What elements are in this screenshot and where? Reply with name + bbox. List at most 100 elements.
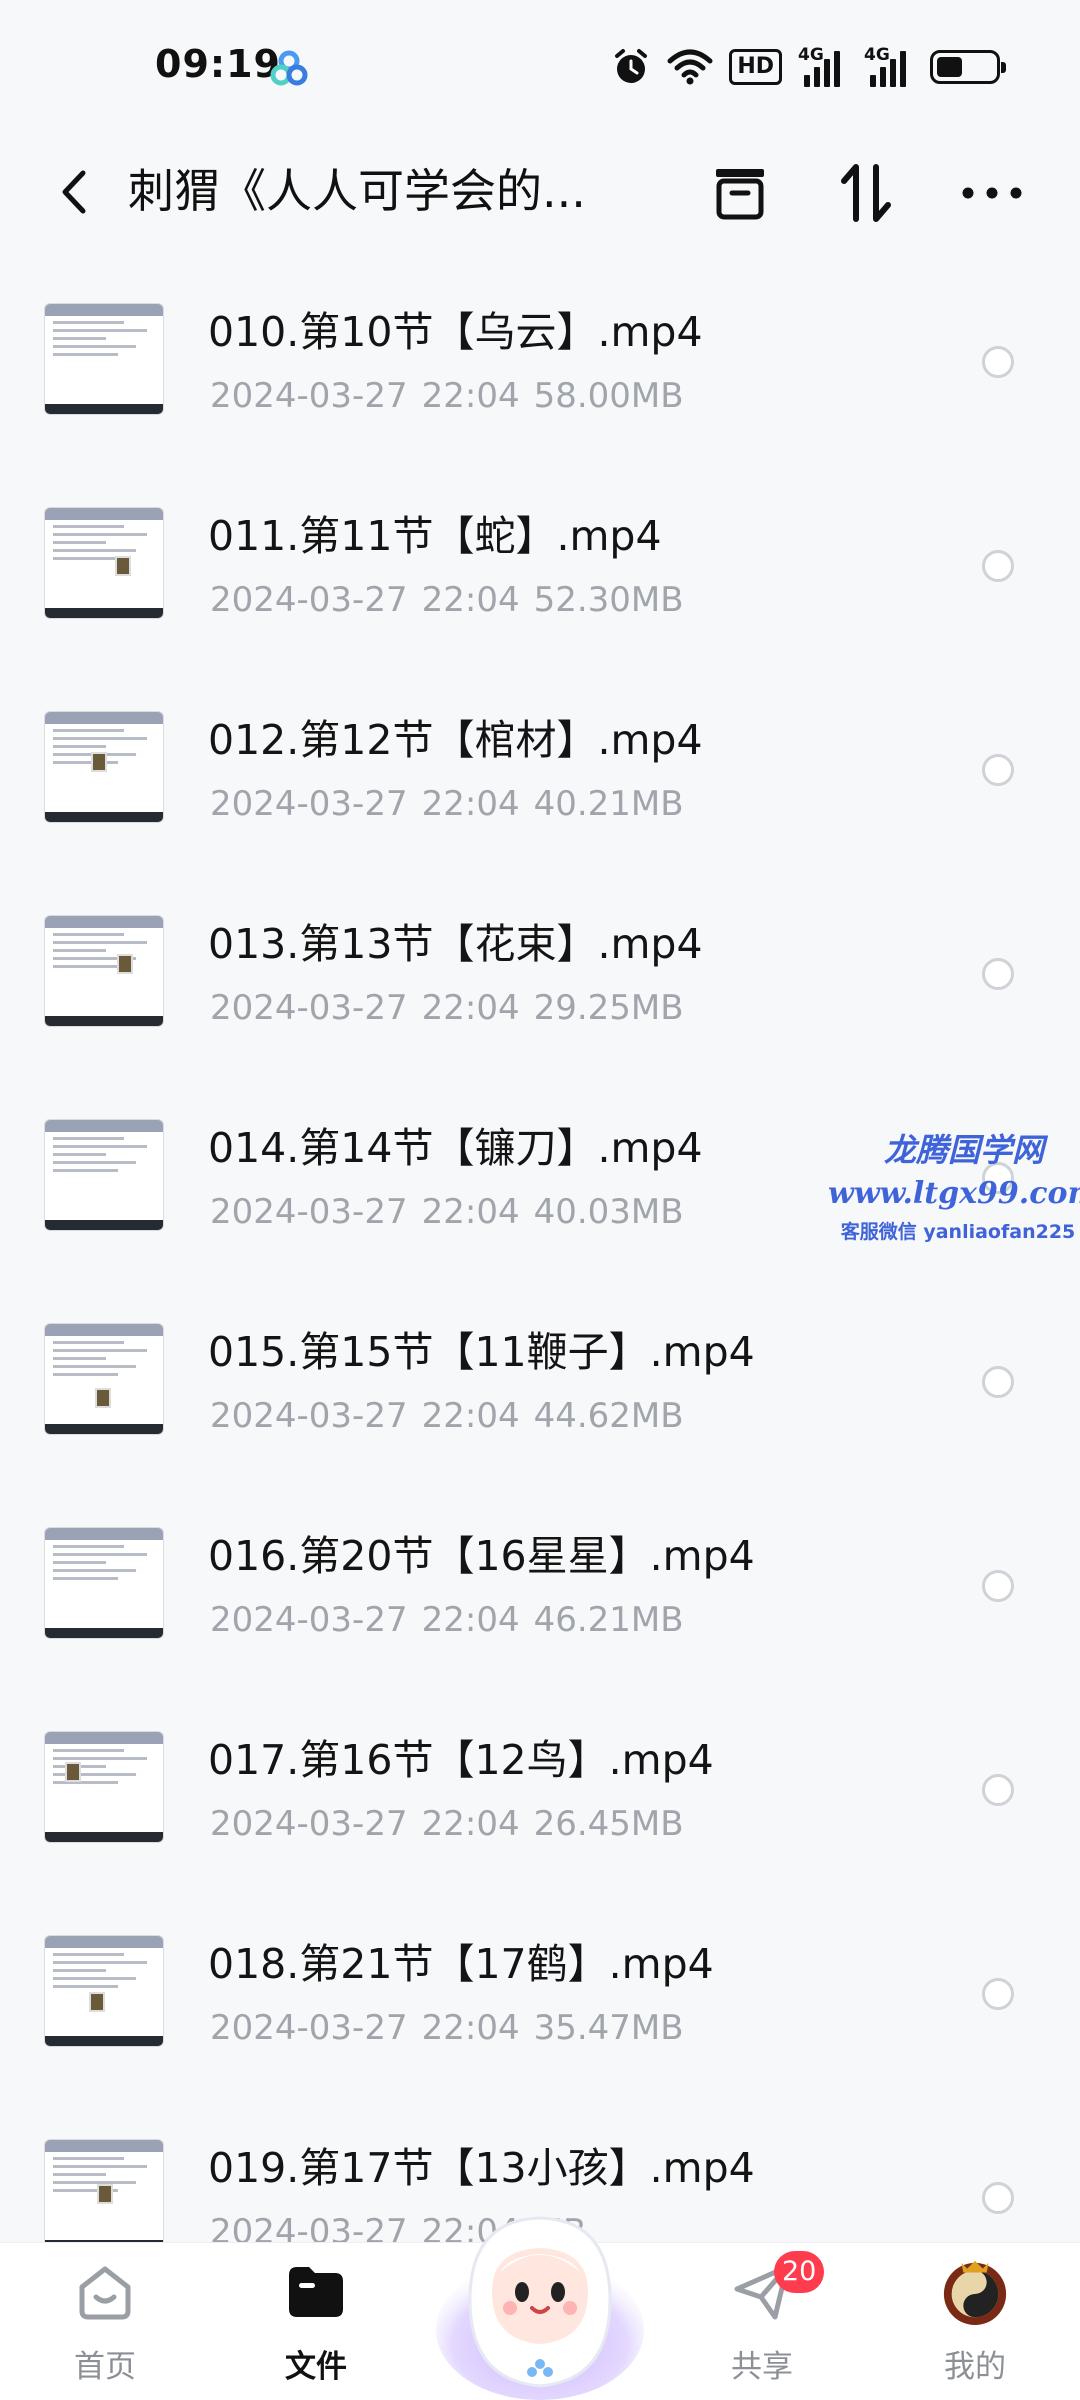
file-size: 40.03MB [533,1192,684,1232]
file-date: 2024-03-27 [210,784,408,824]
signal-icon: 4G [864,45,914,87]
file-row[interactable]: 010.第10节【乌云】.mp4 2024-03-27 22:04 58.00MB [0,262,1080,466]
file-name: 016.第20节【16星星】.mp4 [208,1532,755,1580]
mascot-icon [436,2216,644,2400]
signal-icon: 4G [798,45,848,87]
battery-icon [930,50,1006,84]
file-name: 010.第10节【乌云】.mp4 [208,308,703,356]
file-row[interactable]: 015.第15节【11鞭子】.mp4 2024-03-27 22:04 44.62M… [0,1282,1080,1486]
nav-home-label: 首页 [74,2349,136,2385]
file-time: 22:04 [421,2008,520,2048]
nav-share[interactable]: 20 共享 [692,2251,832,2397]
avatar-icon [943,2260,1007,2326]
thumbnail-image [115,556,131,576]
watermark-contact: 客服微信 yanliaofan225 [840,1221,1076,1243]
video-thumbnail [44,1731,164,1843]
file-size: 46.21MB [533,1600,684,1640]
battery-level [937,57,963,77]
file-meta: 2024-03-27 22:04 44.62MB [210,1394,698,1438]
file-date: 2024-03-27 [210,2008,408,2048]
alarm-icon [615,49,648,83]
file-size: 58.00MB [533,376,684,416]
wifi-icon [667,49,713,85]
select-radio[interactable] [982,1978,1014,2010]
video-thumbnail [44,1527,164,1639]
file-meta: 2024-03-27 22:04 26.45MB [210,1802,698,1846]
more-icon [962,187,1022,199]
back-icon [62,170,86,214]
video-thumbnail [44,1323,164,1435]
file-meta: 2024-03-27 22:04 29.25MB [210,986,698,1030]
thumbnail-image [65,1762,81,1782]
file-time: 22:04 [421,1600,520,1640]
video-thumbnail [44,711,164,823]
file-row[interactable]: 011.第11节【蛇】.mp4 2024-03-27 22:04 52.30MB [0,466,1080,670]
home-icon [79,2266,131,2320]
status-time: 09:19 [155,42,281,86]
nav-home[interactable]: 首页 [35,2257,175,2397]
file-list: 010.第10节【乌云】.mp4 2024-03-27 22:04 58.00MB … [0,262,1080,2242]
file-meta: 2024-03-27 22:04 46.21MB [210,1598,698,1642]
video-thumbnail [44,507,164,619]
header: 刺猬《人人可学会的... [0,135,1080,255]
select-radio[interactable] [982,1366,1014,1398]
app-logo-icon [270,50,308,86]
file-size: 52.30MB [533,580,684,620]
select-radio[interactable] [982,346,1014,378]
nav-profile[interactable]: 我的 [905,2257,1045,2397]
file-date: 2024-03-27 [210,1396,408,1436]
nav-profile-label: 我的 [944,2349,1006,2385]
nav-files[interactable]: 文件 [246,2257,386,2397]
thumbnail-image [91,752,107,772]
file-date: 2024-03-27 [210,1804,408,1844]
folder-icon [289,2267,343,2317]
more-button[interactable] [952,153,1032,233]
select-radio[interactable] [982,550,1014,582]
file-row[interactable]: 013.第13节【花束】.mp4 2024-03-27 22:04 29.25MB [0,874,1080,1078]
thumbnail-image [97,2184,113,2204]
file-row[interactable]: 018.第21节【17鹤】.mp4 2024-03-27 22:04 35.47MB [0,1894,1080,2098]
video-thumbnail [44,915,164,1027]
file-time: 22:04 [421,1192,520,1232]
file-size: 26.45MB [533,1804,684,1844]
archive-button[interactable] [700,153,780,233]
file-date: 2024-03-27 [210,2212,408,2242]
file-name: 013.第13节【花束】.mp4 [208,920,703,968]
status-icons: HD 4G 4G [611,45,1006,88]
file-time: 22:04 [421,376,520,416]
select-radio[interactable] [982,1570,1014,1602]
file-row[interactable]: 017.第16节【12鸟】.mp4 2024-03-27 22:04 26.45MB [0,1690,1080,1894]
file-meta: 2024-03-27 22:04 35.47MB [210,2006,698,2050]
file-date: 2024-03-27 [210,988,408,1028]
thumbnail-image [95,1388,111,1408]
file-date: 2024-03-27 [210,376,408,416]
file-meta: 2024-03-27 22:04 40.03MB [210,1190,698,1234]
video-thumbnail [44,303,164,415]
file-time: 22:04 [421,580,520,620]
select-radio[interactable] [982,958,1014,990]
file-row[interactable]: 012.第12节【棺材】.mp4 2024-03-27 22:04 40.21MB [0,670,1080,874]
thumbnail-image [117,954,133,974]
video-thumbnail [44,1935,164,2047]
file-size: 29.25MB [533,988,684,1028]
file-meta: 2024-03-27 22:04 58.00MB [210,374,698,418]
select-radio[interactable] [982,2182,1014,2214]
select-radio[interactable] [982,1774,1014,1806]
file-meta: 2024-03-27 22:04 52.30MB [210,578,698,622]
file-size: 35.47MB [533,2008,684,2048]
watermark-title: 龙腾国学网 [883,1131,1044,1169]
sort-button[interactable] [826,153,906,233]
video-thumbnail [44,1119,164,1231]
mascot-button[interactable] [430,2180,650,2400]
watermark-url: www.ltgx99.com [828,1176,1080,1211]
file-name: 014.第14节【镰刀】.mp4 [208,1124,703,1172]
thumbnail-image [89,1992,105,2012]
file-row[interactable]: 016.第20节【16星星】.mp4 2024-03-27 22:04 46.21M… [0,1486,1080,1690]
file-name: 017.第16节【12鸟】.mp4 [208,1736,714,1784]
page-title: 刺猬《人人可学会的... [128,164,586,218]
back-button[interactable] [44,157,104,227]
hd-voice-icon: HD [729,49,782,85]
select-radio[interactable] [982,754,1014,786]
file-date: 2024-03-27 [210,1600,408,1640]
file-name: 018.第21节【17鹤】.mp4 [208,1940,714,1988]
